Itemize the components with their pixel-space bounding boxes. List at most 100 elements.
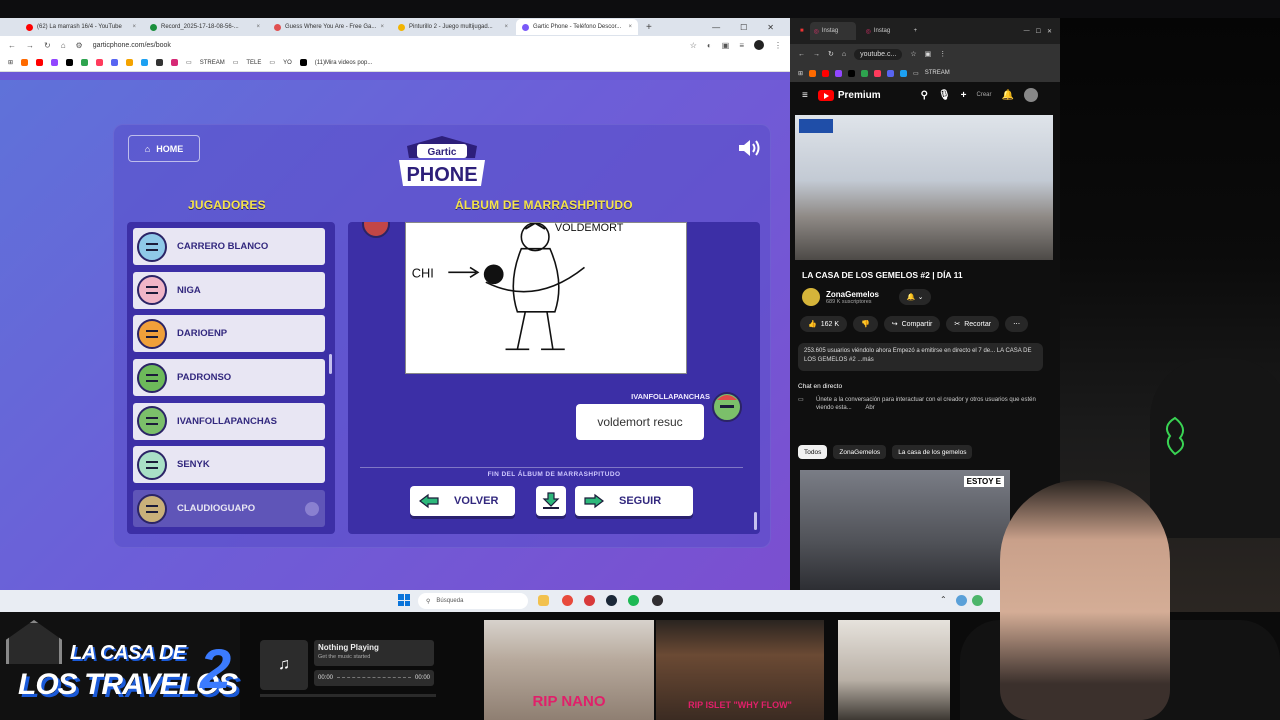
clip-button[interactable]: ✂ Recortar (946, 316, 1000, 332)
bookmark-icon[interactable] (887, 69, 895, 77)
notifications-bell-icon[interactable]: 🔔 (1002, 90, 1014, 101)
windows-start-icon[interactable] (398, 594, 410, 606)
search-icon[interactable]: ⚲ (921, 90, 928, 101)
browser-tab-active[interactable]: ◎ Instag (809, 22, 856, 40)
extensions-puzzle-icon[interactable]: ▣ (722, 41, 730, 50)
obs-icon[interactable] (652, 595, 663, 606)
dislike-button[interactable]: 👎 (853, 316, 878, 332)
browser-tab[interactable]: Record_2025-17-18-08-56-... × (144, 19, 266, 35)
bookmark-icon[interactable] (51, 59, 59, 66)
close-window-icon[interactable]: ✕ (767, 23, 774, 32)
channel-avatar[interactable] (802, 288, 820, 306)
home-button[interactable]: ⌂ HOME (128, 135, 200, 162)
chip-playlist[interactable]: La casa de los gemelos (892, 445, 973, 459)
youtube-logo-icon[interactable] (817, 89, 834, 101)
back-icon[interactable]: ← (8, 41, 16, 50)
bookmark-icon[interactable] (171, 59, 179, 66)
back-button[interactable]: VOLVER (410, 486, 515, 516)
related-video-thumbnail[interactable]: ESTOY E (800, 470, 1010, 590)
avatar[interactable] (1023, 88, 1038, 102)
menu-kebab-icon[interactable]: ⋮ (939, 50, 946, 58)
maximize-icon[interactable]: ☐ (1036, 28, 1041, 35)
bookmark-icon[interactable] (141, 59, 149, 66)
tab-menu-icon[interactable]: ■ (800, 28, 804, 34)
file-explorer-icon[interactable] (538, 595, 549, 606)
forward-icon[interactable]: → (813, 51, 820, 58)
download-button[interactable] (536, 486, 566, 516)
album-scrollbar[interactable] (754, 512, 757, 530)
url-field[interactable]: youtube.c... (854, 48, 903, 60)
more-actions-button[interactable]: ⋯ (1005, 316, 1029, 332)
open-chat-button[interactable]: Abr (865, 405, 874, 411)
home-icon[interactable]: ⌂ (842, 51, 846, 58)
reload-icon[interactable]: ↻ (44, 41, 51, 50)
close-tab-icon[interactable]: × (256, 24, 260, 30)
bookmark-folder-tele[interactable]: TELE (246, 60, 261, 66)
like-button[interactable]: 👍 162 K (800, 316, 848, 332)
media-icon[interactable]: ≡ (739, 41, 744, 50)
bookmark-icon[interactable] (66, 59, 74, 66)
video-description[interactable]: 253.605 usuarios viéndolo ahora Empezó a… (798, 343, 1043, 371)
maximize-icon[interactable]: ☐ (740, 23, 747, 32)
sound-icon[interactable] (737, 138, 761, 158)
extensions-puzzle-icon[interactable]: ▣ (925, 50, 932, 58)
close-tab-icon[interactable]: × (628, 24, 632, 30)
bookmark-icon[interactable] (96, 59, 104, 66)
tray-chevron-icon[interactable]: ⌃ (940, 595, 947, 604)
apps-grid-icon[interactable]: ⊞ (798, 70, 803, 77)
bookmark-icon[interactable] (874, 69, 882, 77)
bookmark-icon[interactable] (848, 69, 856, 77)
close-tab-icon[interactable]: × (504, 24, 508, 30)
profile-avatar[interactable] (754, 40, 764, 50)
browser-tab[interactable]: Guess Where You Are - Free Ga... × (268, 19, 390, 35)
new-tab-icon[interactable]: + (640, 22, 652, 33)
reload-icon[interactable]: ↻ (828, 50, 834, 58)
bookmark-icon[interactable] (861, 69, 869, 77)
record-app-icon[interactable] (584, 595, 595, 606)
close-tab-icon[interactable]: × (380, 24, 384, 30)
bookmark-folder-stream[interactable]: STREAM (200, 60, 225, 66)
microphone-icon[interactable]: 🎙 (938, 90, 951, 101)
browser-tab[interactable]: (62) La marrash 16/4 - YouTube × (20, 19, 142, 35)
chip-channel[interactable]: ZonaGemelos (833, 445, 887, 459)
premium-label[interactable]: Premium (838, 90, 881, 101)
create-label[interactable]: Crear (977, 92, 992, 98)
subscription-bell-button[interactable]: 🔔 ⌄ (898, 289, 932, 305)
taskbar-search[interactable]: ⚲ Búsqueda (418, 593, 528, 609)
players-scrollbar[interactable] (329, 354, 332, 374)
bookmark-icon[interactable] (111, 59, 119, 66)
bookmark-icon[interactable] (156, 59, 164, 66)
steam-icon[interactable] (606, 595, 617, 606)
video-player[interactable] (795, 115, 1053, 260)
bookmark-icon[interactable] (36, 59, 44, 66)
apps-grid-icon[interactable]: ⊞ (8, 59, 13, 66)
share-button[interactable]: ↪ Compartir (883, 316, 941, 332)
bookmark-icon[interactable] (81, 59, 89, 66)
bookmark-icon[interactable] (835, 69, 843, 77)
forward-icon[interactable]: → (26, 41, 34, 50)
hamburger-menu-icon[interactable]: ≡ (802, 90, 808, 101)
browser-tab[interactable]: Pinturillo 2 - Juego multijugad... × (392, 19, 514, 35)
bookmark-folder-yo[interactable]: YO (283, 60, 292, 66)
continue-button[interactable]: SEGUIR (575, 486, 693, 516)
chip-all[interactable]: Todos (798, 445, 828, 459)
browser-tab[interactable]: ◎ Instag (862, 22, 908, 40)
bookmark-star-icon[interactable]: ☆ (690, 41, 697, 50)
menu-kebab-icon[interactable]: ⋮ (774, 41, 790, 50)
bookmark-icon[interactable] (822, 69, 830, 77)
bookmark-videos[interactable]: (11)Mira videos pop... (315, 60, 373, 66)
spotify-icon[interactable] (628, 595, 639, 606)
bookmark-icon[interactable] (21, 59, 29, 66)
tray-app-icon[interactable] (972, 595, 983, 606)
url-field[interactable]: garticphone.com/es/book (92, 41, 680, 49)
minimize-icon[interactable]: — (1024, 28, 1030, 34)
chrome-icon[interactable] (562, 595, 573, 606)
close-window-icon[interactable]: ✕ (1047, 28, 1060, 35)
browser-tab-active[interactable]: Gartic Phone - Teléfono Descor... × (516, 19, 638, 35)
bookmark-icon[interactable] (809, 69, 817, 77)
minimize-icon[interactable]: — (712, 23, 720, 32)
site-info-icon[interactable]: ⚙ (76, 41, 83, 50)
close-tab-icon[interactable]: × (132, 24, 136, 30)
tray-app-icon[interactable] (956, 595, 967, 606)
home-icon[interactable]: ⌂ (61, 41, 66, 50)
